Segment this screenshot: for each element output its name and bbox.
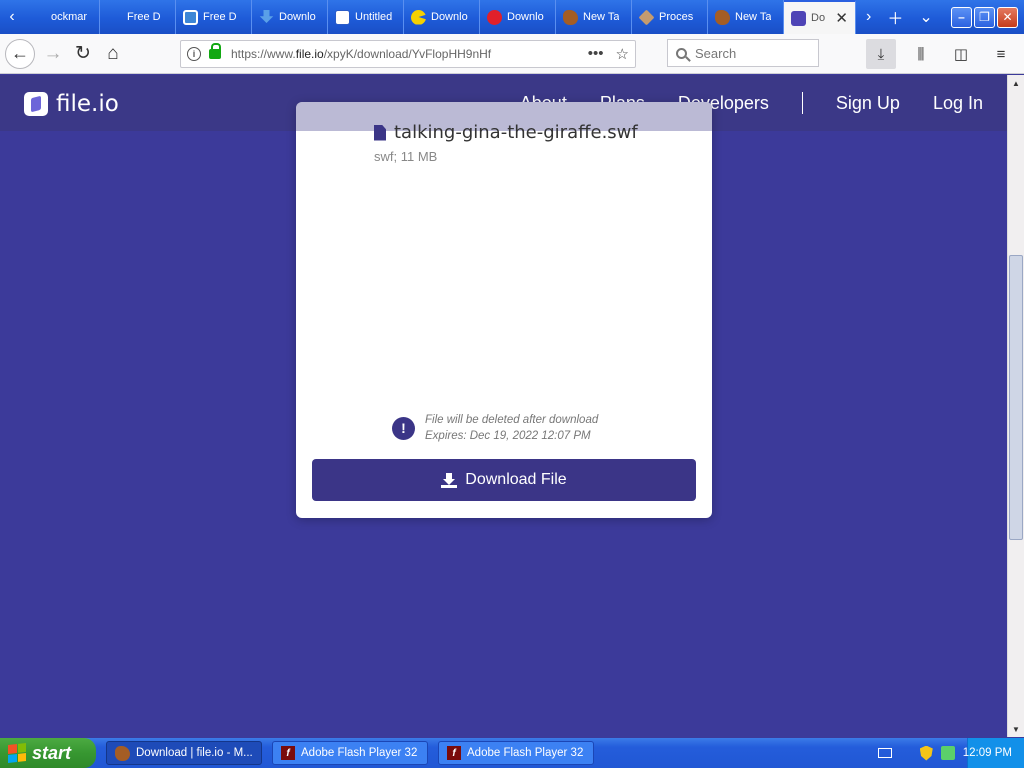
scrollbar-thumb[interactable] <box>1009 255 1023 540</box>
flash-player-icon: f <box>281 746 295 760</box>
browser-navbar: ← → ↻ ⌂ i https://www.file.io/xpyK/downl… <box>0 34 1024 74</box>
downloads-icon[interactable]: ⤓ <box>866 39 896 69</box>
window-controls: – ❐ ✕ <box>951 0 1024 34</box>
download-icon <box>441 472 458 488</box>
info-icon[interactable]: i <box>187 46 201 61</box>
browser-tab[interactable]: Downlo <box>480 0 556 34</box>
pacman-icon <box>411 9 426 25</box>
taskbar-item-flash[interactable]: f Adobe Flash Player 32 <box>272 741 428 765</box>
browser-tab[interactable]: Free D <box>100 0 176 34</box>
red-circle-icon <box>487 9 502 25</box>
tab-tools: › ＋ ⌄ <box>856 0 933 34</box>
file-icon <box>374 124 386 141</box>
bird-icon <box>563 9 578 25</box>
taskbar-item-flash[interactable]: f Adobe Flash Player 32 <box>438 741 594 765</box>
exclamation-icon: ! <box>392 416 415 440</box>
url-actions: ••• ☆ <box>588 45 629 63</box>
diamond-icon <box>638 9 655 25</box>
download-file-button[interactable]: Download File <box>312 459 696 501</box>
browser-tab[interactable]: New Ta <box>708 0 784 34</box>
tab-scroll-left-icon[interactable]: ‹ <box>0 0 24 34</box>
blank-icon <box>107 10 122 25</box>
search-icon <box>676 47 687 59</box>
keyboard-icon[interactable] <box>877 748 892 758</box>
fileio-logo-icon <box>24 92 48 116</box>
firefox-icon <box>115 745 130 761</box>
taskbar: start Download | file.io - M... f Adobe … <box>0 738 1024 768</box>
browser-tab[interactable]: Free D <box>176 0 252 34</box>
monitor-icon <box>183 9 198 25</box>
windows-logo-icon <box>8 743 26 763</box>
clock[interactable]: 12:09 PM <box>963 747 1012 759</box>
browser-tab[interactable]: Untitled <box>328 0 404 34</box>
browser-tab[interactable]: Proces <box>632 0 708 34</box>
page-actions-icon[interactable]: ••• <box>588 45 604 63</box>
download-card: talking-gina-the-giraffe.swf swf; 11 MB … <box>296 102 712 518</box>
sidebar-icon[interactable]: ◫ <box>946 39 976 69</box>
tab-scroll-right-icon[interactable]: › <box>866 8 871 26</box>
nav-login[interactable]: Log In <box>933 93 983 114</box>
toolbar-right: ⤓ ⫼ ◫ ≡ <box>866 39 1016 69</box>
nav-signup[interactable]: Sign Up <box>836 93 900 114</box>
home-icon[interactable]: ⌂ <box>98 39 128 69</box>
page-content: file.io About Plans Developers Sign Up L… <box>0 75 1007 737</box>
bird-icon <box>715 9 730 25</box>
close-window-icon[interactable]: ✕ <box>997 6 1018 28</box>
menu-icon[interactable]: ≡ <box>986 39 1016 69</box>
flash-player-icon: f <box>447 746 461 760</box>
security-shield-icon[interactable] <box>919 745 933 761</box>
expiry-notice: ! File will be deleted after download Ex… <box>392 412 598 444</box>
fileio-icon <box>791 10 806 26</box>
scroll-up-icon[interactable]: ▲ <box>1008 75 1024 91</box>
page-scrollbar[interactable]: ▲ ▼ <box>1007 75 1024 737</box>
download-icon <box>259 9 274 23</box>
file-row: talking-gina-the-giraffe.swf <box>374 122 638 143</box>
url-bar[interactable]: i https://www.file.io/xpyK/download/YvFl… <box>180 39 636 68</box>
nav-divider <box>801 92 803 114</box>
new-tab-icon[interactable]: ＋ <box>887 5 903 29</box>
taskbar-item-firefox[interactable]: Download | file.io - M... <box>106 741 262 765</box>
search-input[interactable]: Search <box>667 39 819 67</box>
forward-icon[interactable]: → <box>38 39 68 69</box>
blank-icon <box>31 10 46 25</box>
site-logo[interactable]: file.io <box>24 91 119 117</box>
system-tray: 12:09 PM <box>877 738 1024 768</box>
scroll-down-icon[interactable]: ▼ <box>1008 721 1024 737</box>
browser-tab[interactable]: New Ta <box>556 0 632 34</box>
expiry-date: Expires: Dec 19, 2022 12:07 PM <box>425 430 591 442</box>
reload-icon[interactable]: ↻ <box>68 39 98 69</box>
minimize-icon[interactable]: – <box>951 6 972 28</box>
browser-tab[interactable]: ockmar <box>24 0 100 34</box>
back-icon[interactable]: ← <box>5 38 35 69</box>
browser-tab[interactable]: Downlo <box>404 0 480 34</box>
document-icon <box>335 9 350 25</box>
browser-tab-active[interactable]: Do ✕ <box>784 0 856 34</box>
network-icon[interactable] <box>940 746 955 760</box>
url-text[interactable]: https://www.file.io/xpyK/download/YvFlop… <box>231 47 588 61</box>
lock-icon <box>209 42 221 59</box>
list-all-tabs-icon[interactable]: ⌄ <box>919 7 932 27</box>
browser-tab[interactable]: Downlo <box>252 0 328 34</box>
restore-icon[interactable]: ❐ <box>974 6 995 28</box>
browser-tab-strip: ‹ ockmar Free D Free D Downlo Untitled D… <box>0 0 1024 34</box>
start-button[interactable]: start <box>0 738 96 768</box>
bookmark-star-icon[interactable]: ☆ <box>616 45 629 63</box>
file-name: talking-gina-the-giraffe.swf <box>394 122 638 143</box>
file-meta: swf; 11 MB <box>374 149 438 164</box>
close-tab-icon[interactable]: ✕ <box>835 9 848 27</box>
library-icon[interactable]: ⫼ <box>906 39 936 69</box>
delete-notice: File will be deleted after download <box>425 414 599 426</box>
